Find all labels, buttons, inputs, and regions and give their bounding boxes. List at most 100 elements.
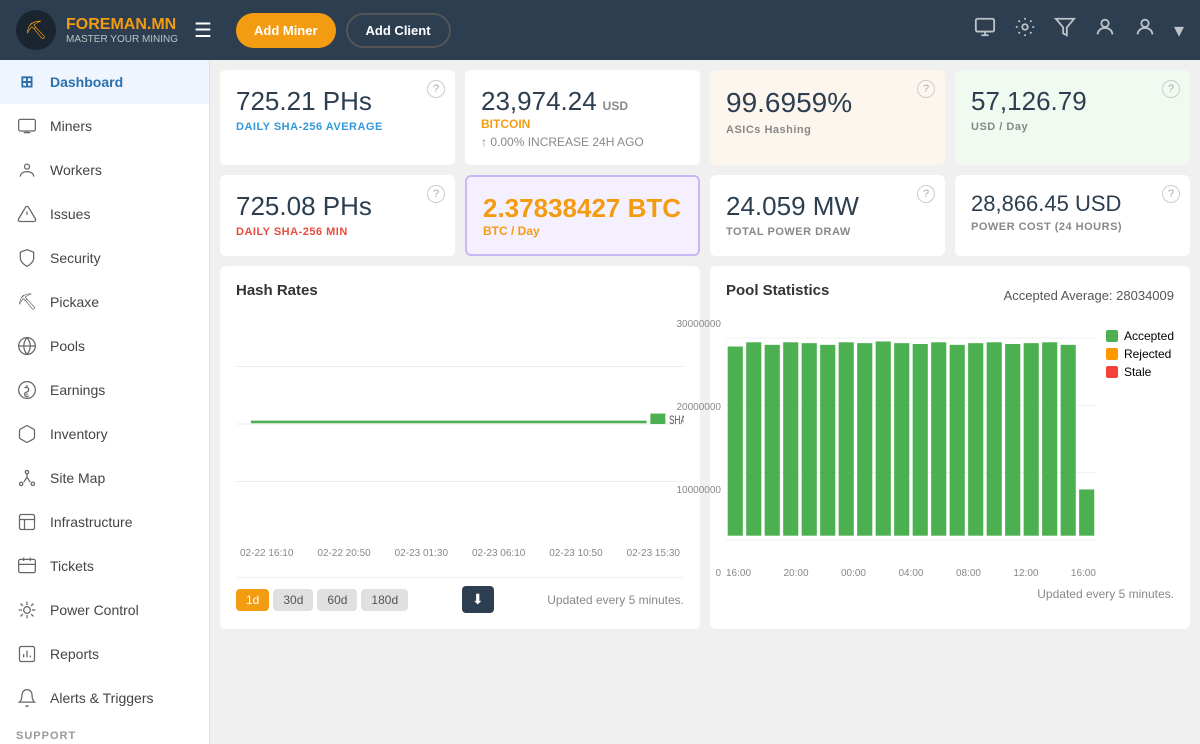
power-cost-value: 28,866.45 USD [971, 191, 1174, 217]
time-btn-180d[interactable]: 180d [361, 589, 408, 611]
settings-icon[interactable] [1014, 16, 1036, 44]
sidebar: ⊞ Dashboard Miners Workers Issues Secu [0, 60, 210, 744]
sha256-min-value: 725.08 PHs [236, 191, 439, 222]
legend-rejected: Rejected [1106, 347, 1174, 361]
header: ⛏ FOREMAN.MN MASTER YOUR MINING ☰ Add Mi… [0, 0, 1200, 60]
pool-x-label-3: 00:00 [841, 568, 866, 579]
reports-icon [16, 643, 38, 665]
stats-row-2: ? 725.08 PHs DAILY SHA-256 MIN 2.3783842… [220, 175, 1190, 256]
pool-chart-card: Pool Statistics Accepted Average: 280340… [710, 266, 1190, 629]
pickaxe-icon: ⛏ [16, 291, 38, 313]
sidebar-item-issues[interactable]: Issues [0, 192, 209, 236]
x-label-5: 02-23 10:50 [549, 548, 602, 559]
x-label-4: 02-23 06:10 [472, 548, 525, 559]
pool-x-label-2: 20:00 [783, 568, 808, 579]
hashrate-svg: SHA-256 [236, 309, 684, 539]
sidebar-item-inventory[interactable]: Inventory [0, 412, 209, 456]
x-label-2: 02-22 20:50 [317, 548, 370, 559]
brand-name: FOREMAN.MN [66, 16, 178, 34]
brand-tagline: MASTER YOUR MINING [66, 34, 178, 45]
stat-card-bitcoin: 23,974.24 USD BITCOIN ↑ 0.00% INCREASE 2… [465, 70, 700, 165]
pool-chart-bars: 30000000 20000000 10000000 0 [726, 319, 1096, 579]
logo-icon: ⛏ [16, 10, 56, 50]
sidebar-item-security[interactable]: Security [0, 236, 209, 280]
pool-legend: Accepted Rejected Stale [1106, 329, 1174, 579]
sidebar-item-tickets[interactable]: Tickets [0, 544, 209, 588]
hashrate-update-text: Updated every 5 minutes. [547, 593, 684, 607]
power-cost-label: POWER COST (24 HOURS) [971, 221, 1174, 233]
time-btn-30d[interactable]: 30d [273, 589, 313, 611]
sidebar-item-pickaxe[interactable]: ⛏ Pickaxe [0, 280, 209, 324]
sidebar-label-tickets: Tickets [50, 558, 94, 574]
add-miner-button[interactable]: Add Miner [236, 13, 336, 48]
help-icon-5[interactable]: ? [427, 185, 445, 203]
sidebar-label-sitemap: Site Map [50, 470, 105, 486]
bitcoin-currency: USD [603, 99, 628, 113]
tickets-icon [16, 555, 38, 577]
stale-dot [1106, 366, 1118, 378]
pool-accepted-average: Accepted Average: 28034009 [1004, 288, 1174, 303]
pools-icon [16, 335, 38, 357]
bitcoin-name: BITCOIN [481, 117, 684, 131]
asics-value: 99.6959% [726, 86, 929, 120]
help-icon-7[interactable]: ? [917, 185, 935, 203]
notifications-icon[interactable] [974, 16, 996, 44]
sidebar-label-security: Security [50, 250, 101, 266]
sidebar-item-reports[interactable]: Reports [0, 632, 209, 676]
legend-stale-label: Stale [1124, 365, 1151, 379]
help-icon-3[interactable]: ? [917, 80, 935, 98]
sidebar-item-earnings[interactable]: Earnings [0, 368, 209, 412]
sha256-avg-value: 725.21 PHs [236, 86, 439, 117]
time-btn-1d[interactable]: 1d [236, 589, 269, 611]
sidebar-item-dashboard[interactable]: ⊞ Dashboard [0, 60, 209, 104]
accepted-dot [1106, 330, 1118, 342]
user-icon[interactable] [1094, 16, 1116, 44]
hamburger-icon[interactable]: ☰ [194, 18, 212, 43]
sidebar-item-pools[interactable]: Pools [0, 324, 209, 368]
pool-svg [726, 319, 1096, 559]
bitcoin-value: 23,974.24 [481, 86, 597, 117]
time-btn-60d[interactable]: 60d [317, 589, 357, 611]
dropdown-arrow-icon[interactable]: ▾ [1174, 18, 1184, 43]
earnings-icon [16, 379, 38, 401]
hashrate-chart-area: SHA-256 02-22 16:10 02-22 20:50 02-23 01… [236, 309, 684, 569]
x-label-1: 02-22 16:10 [240, 548, 293, 559]
x-label-3: 02-23 01:30 [395, 548, 448, 559]
help-icon-8[interactable]: ? [1162, 185, 1180, 203]
legend-accepted: Accepted [1106, 329, 1174, 343]
help-icon-4[interactable]: ? [1162, 80, 1180, 98]
sidebar-item-power-control[interactable]: Power Control [0, 588, 209, 632]
header-buttons: Add Miner Add Client [236, 13, 451, 48]
sidebar-label-alerts: Alerts & Triggers [50, 690, 153, 706]
support-label: SUPPORT [0, 720, 209, 744]
workers-icon [16, 159, 38, 181]
add-client-button[interactable]: Add Client [346, 13, 451, 48]
sidebar-item-miners[interactable]: Miners [0, 104, 209, 148]
usd-day-label: USD / Day [971, 121, 1174, 133]
pool-x-label-5: 08:00 [956, 568, 981, 579]
charts-section: Hash Rates SHA-256 [220, 266, 1190, 629]
sidebar-item-workers[interactable]: Workers [0, 148, 209, 192]
legend-rejected-label: Rejected [1124, 347, 1171, 361]
issues-icon [16, 203, 38, 225]
sidebar-item-sitemap[interactable]: Site Map [0, 456, 209, 500]
time-buttons: 1d 30d 60d 180d [236, 589, 408, 611]
sidebar-label-workers: Workers [50, 162, 102, 178]
sidebar-label-power-control: Power Control [50, 602, 139, 618]
y-label-top: 30000000 [671, 319, 721, 330]
sidebar-label-pickaxe: Pickaxe [50, 294, 99, 310]
pool-chart-title: Pool Statistics [726, 282, 829, 299]
sidebar-item-alerts[interactable]: Alerts & Triggers [0, 676, 209, 720]
filter-icon[interactable] [1054, 16, 1076, 44]
miners-icon [16, 115, 38, 137]
btc-day-value: 2.37838427 BTC [483, 193, 682, 224]
y-label-mid1: 10000000 [671, 485, 721, 496]
download-button[interactable]: ⬇ [462, 586, 494, 613]
pool-x-label-6: 12:00 [1013, 568, 1038, 579]
stat-card-usd-day: ? 57,126.79 USD / Day [955, 70, 1190, 165]
stats-row-1: ? 725.21 PHs DAILY SHA-256 AVERAGE 23,97… [220, 70, 1190, 165]
legend-stale: Stale [1106, 365, 1174, 379]
profile-icon[interactable] [1134, 16, 1156, 44]
sidebar-item-infrastructure[interactable]: Infrastructure [0, 500, 209, 544]
help-icon-1[interactable]: ? [427, 80, 445, 98]
